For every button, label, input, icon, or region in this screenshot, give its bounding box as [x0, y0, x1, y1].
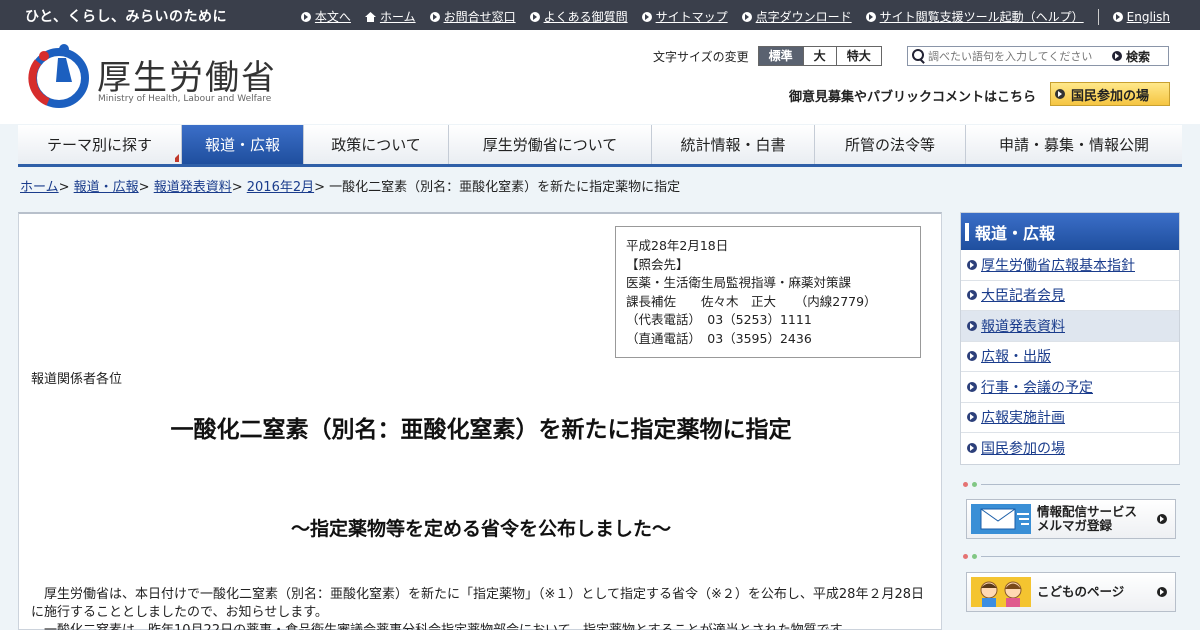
contact-heading: 【照会先】: [626, 256, 689, 272]
nav-item-laws[interactable]: 所管の法令等: [815, 125, 966, 164]
top-utility-bar: ひと、くらし、みらいのために 本文へ ホーム お問合せ窓口 よくある御質問 サイ…: [0, 0, 1200, 30]
skip-to-content-link[interactable]: 本文へ: [300, 8, 351, 25]
article-paragraph: 厚生労働省は、本日付けで一酸化二窒素（別名：亜酸化窒素）を新たに「指定薬物」（※…: [31, 587, 924, 620]
nav-item-policy[interactable]: 政策について: [304, 125, 449, 164]
banner-text: 情報配信サービス メルマガ登録: [1037, 504, 1138, 533]
sidebar-item-publications[interactable]: 広報・出版: [961, 342, 1179, 372]
arrow-icon: [967, 259, 977, 270]
article-title: 一酸化二窒素（別名：亜酸化窒素）を新たに指定薬物に指定: [170, 417, 792, 443]
sidebar-item-press-releases[interactable]: 報道発表資料: [961, 311, 1179, 342]
contact-department: 医薬・生活衛生局監視指導・麻薬対策課: [626, 275, 852, 290]
article-paragraph: 一酸化二窒素は、昨年10月22日の薬事・食品衛生審議会薬事分科会指定薬物部会にお…: [31, 622, 931, 630]
breadcrumb-link-releases[interactable]: 報道発表資料: [154, 180, 232, 195]
arrow-icon: [967, 443, 977, 454]
site-search: 検索: [907, 46, 1169, 66]
sidebar-heading: 報道・広報: [961, 213, 1179, 250]
search-input[interactable]: [928, 47, 1108, 65]
sidebar-item-participation[interactable]: 国民参加の場: [961, 433, 1179, 464]
arrow-icon: [741, 11, 752, 22]
sidebar-item-pr-guidelines[interactable]: 厚生労働省広報基本指針: [961, 250, 1179, 281]
mail-magazine-banner[interactable]: 情報配信サービス メルマガ登録: [966, 499, 1176, 539]
arrow-icon: [967, 351, 977, 362]
arrow-icon: [300, 11, 311, 22]
article-subtitle: ～指定薬物等を定める省令を公布しました～: [290, 518, 671, 540]
arrow-icon: [1055, 89, 1065, 99]
divider: [1097, 8, 1099, 25]
utility-links: 本文へ ホーム お問合せ窓口 よくある御質問 サイトマップ 点字ダウンロード サ…: [287, 8, 1170, 25]
arrow-icon: [1112, 11, 1123, 22]
arrow-icon: [967, 290, 977, 301]
home-link[interactable]: ホーム: [364, 8, 416, 25]
contact-tel-main: （代表電話） 03（5253）1111: [626, 312, 812, 327]
contact-tel-direct: （直通電話） 03（3595）2436: [626, 330, 812, 346]
arrow-icon: [529, 11, 540, 22]
arrow-icon: [1157, 587, 1167, 597]
global-navigation: テーマ別に探す 報道・広報 政策について 厚生労働省について 統計情報・白書 所…: [18, 125, 1182, 167]
ministry-name[interactable]: 厚生労働省: [97, 50, 277, 99]
sidebar-menu: 報道・広報 厚生労働省広報基本指針 大臣記者会見 報道発表資料 広報・出版 行事…: [960, 212, 1180, 465]
public-participation-button[interactable]: 国民参加の場: [1050, 82, 1170, 106]
main-content: 平成28年2月18日 【照会先】 医薬・生活衛生局監視指導・麻薬対策課 課長補佐…: [18, 212, 942, 630]
arrow-icon: [865, 11, 876, 22]
sidebar-item-press-conference[interactable]: 大臣記者会見: [961, 281, 1179, 311]
contact-link[interactable]: お問合せ窓口: [429, 8, 516, 25]
arrow-icon: [967, 320, 977, 331]
nav-item-statistics[interactable]: 統計情報・白書: [652, 125, 815, 164]
nav-item-applications[interactable]: 申請・募集・情報公開: [966, 125, 1182, 164]
site-header: 厚生労働省 Ministry of Health, Labour and Wel…: [0, 30, 1200, 124]
accessibility-tool-link[interactable]: サイト閲覧支援ツール起動（ヘルプ）: [865, 8, 1084, 25]
sidebar-divider: [963, 481, 1180, 487]
sidebar-item-events[interactable]: 行事・会議の予定: [961, 372, 1179, 403]
arrow-icon: [967, 381, 977, 392]
sidebar-item-pr-plan[interactable]: 広報実施計画: [961, 403, 1179, 433]
children-icon: [971, 577, 1031, 607]
banner-text: こどものページ: [1037, 584, 1125, 599]
breadcrumb-link-press[interactable]: 報道・広報: [74, 180, 139, 195]
ministry-english-name: Ministry of Health, Labour and Welfare: [98, 94, 272, 104]
home-icon: [364, 11, 376, 22]
font-size-label: 文字サイズの変更: [653, 49, 749, 64]
arrow-icon: [429, 11, 440, 22]
nav-item-themes[interactable]: テーマ別に探す: [18, 125, 182, 164]
braille-download-link[interactable]: 点字ダウンロード: [741, 8, 852, 25]
english-link[interactable]: English: [1112, 10, 1170, 24]
corner-marker-icon: [171, 154, 179, 162]
arrow-icon: [641, 11, 652, 22]
arrow-icon: [1157, 514, 1167, 524]
site-tagline: ひと、くらし、みらいのために: [25, 9, 228, 25]
article-body: 厚生労働省は、本日付けで一酸化二窒素（別名：亜酸化窒素）を新たに「指定薬物」（※…: [31, 586, 931, 630]
ministry-logo-icon[interactable]: [28, 42, 90, 110]
font-size-large-button[interactable]: 大: [802, 46, 837, 66]
contact-box: 平成28年2月18日 【照会先】 医薬・生活衛生局監視指導・麻薬対策課 課長補佐…: [615, 226, 921, 358]
envelope-icon: [971, 504, 1031, 534]
release-date: 平成28年2月18日: [626, 238, 729, 253]
nav-item-press[interactable]: 報道・広報: [182, 125, 304, 164]
sidebar-divider: [963, 553, 1180, 559]
breadcrumb-current: 一酸化二窒素（別名：亜酸化窒素）を新たに指定薬物に指定: [329, 180, 681, 195]
font-size-xlarge-button[interactable]: 特大: [835, 46, 882, 66]
kids-page-banner[interactable]: こどものページ: [966, 572, 1176, 612]
breadcrumb-link-month[interactable]: 2016年2月: [247, 180, 314, 195]
search-button[interactable]: 検索: [1108, 48, 1150, 65]
breadcrumb-link-home[interactable]: ホーム: [20, 180, 59, 195]
addressee: 報道関係者各位: [31, 372, 123, 387]
breadcrumb: ホーム> 報道・広報> 報道発表資料> 2016年2月> 一酸化二窒素（別名：亜…: [20, 180, 681, 195]
nav-item-about[interactable]: 厚生労働省について: [449, 125, 652, 164]
search-icon: [908, 47, 928, 65]
arrow-icon: [967, 412, 977, 423]
sitemap-link[interactable]: サイトマップ: [641, 8, 728, 25]
faq-link[interactable]: よくある御質問: [529, 8, 628, 25]
contact-person: 課長補佐 佐々木 正大 （内線2779）: [626, 293, 877, 309]
arrow-icon: [1112, 51, 1122, 61]
public-comment-text: 御意見募集やパブリックコメントはこちら: [789, 90, 1037, 105]
font-size-standard-button[interactable]: 標準: [757, 46, 804, 66]
font-size-switcher: 文字サイズの変更 標準 大 特大: [653, 46, 882, 66]
heading-bar: [965, 222, 969, 241]
